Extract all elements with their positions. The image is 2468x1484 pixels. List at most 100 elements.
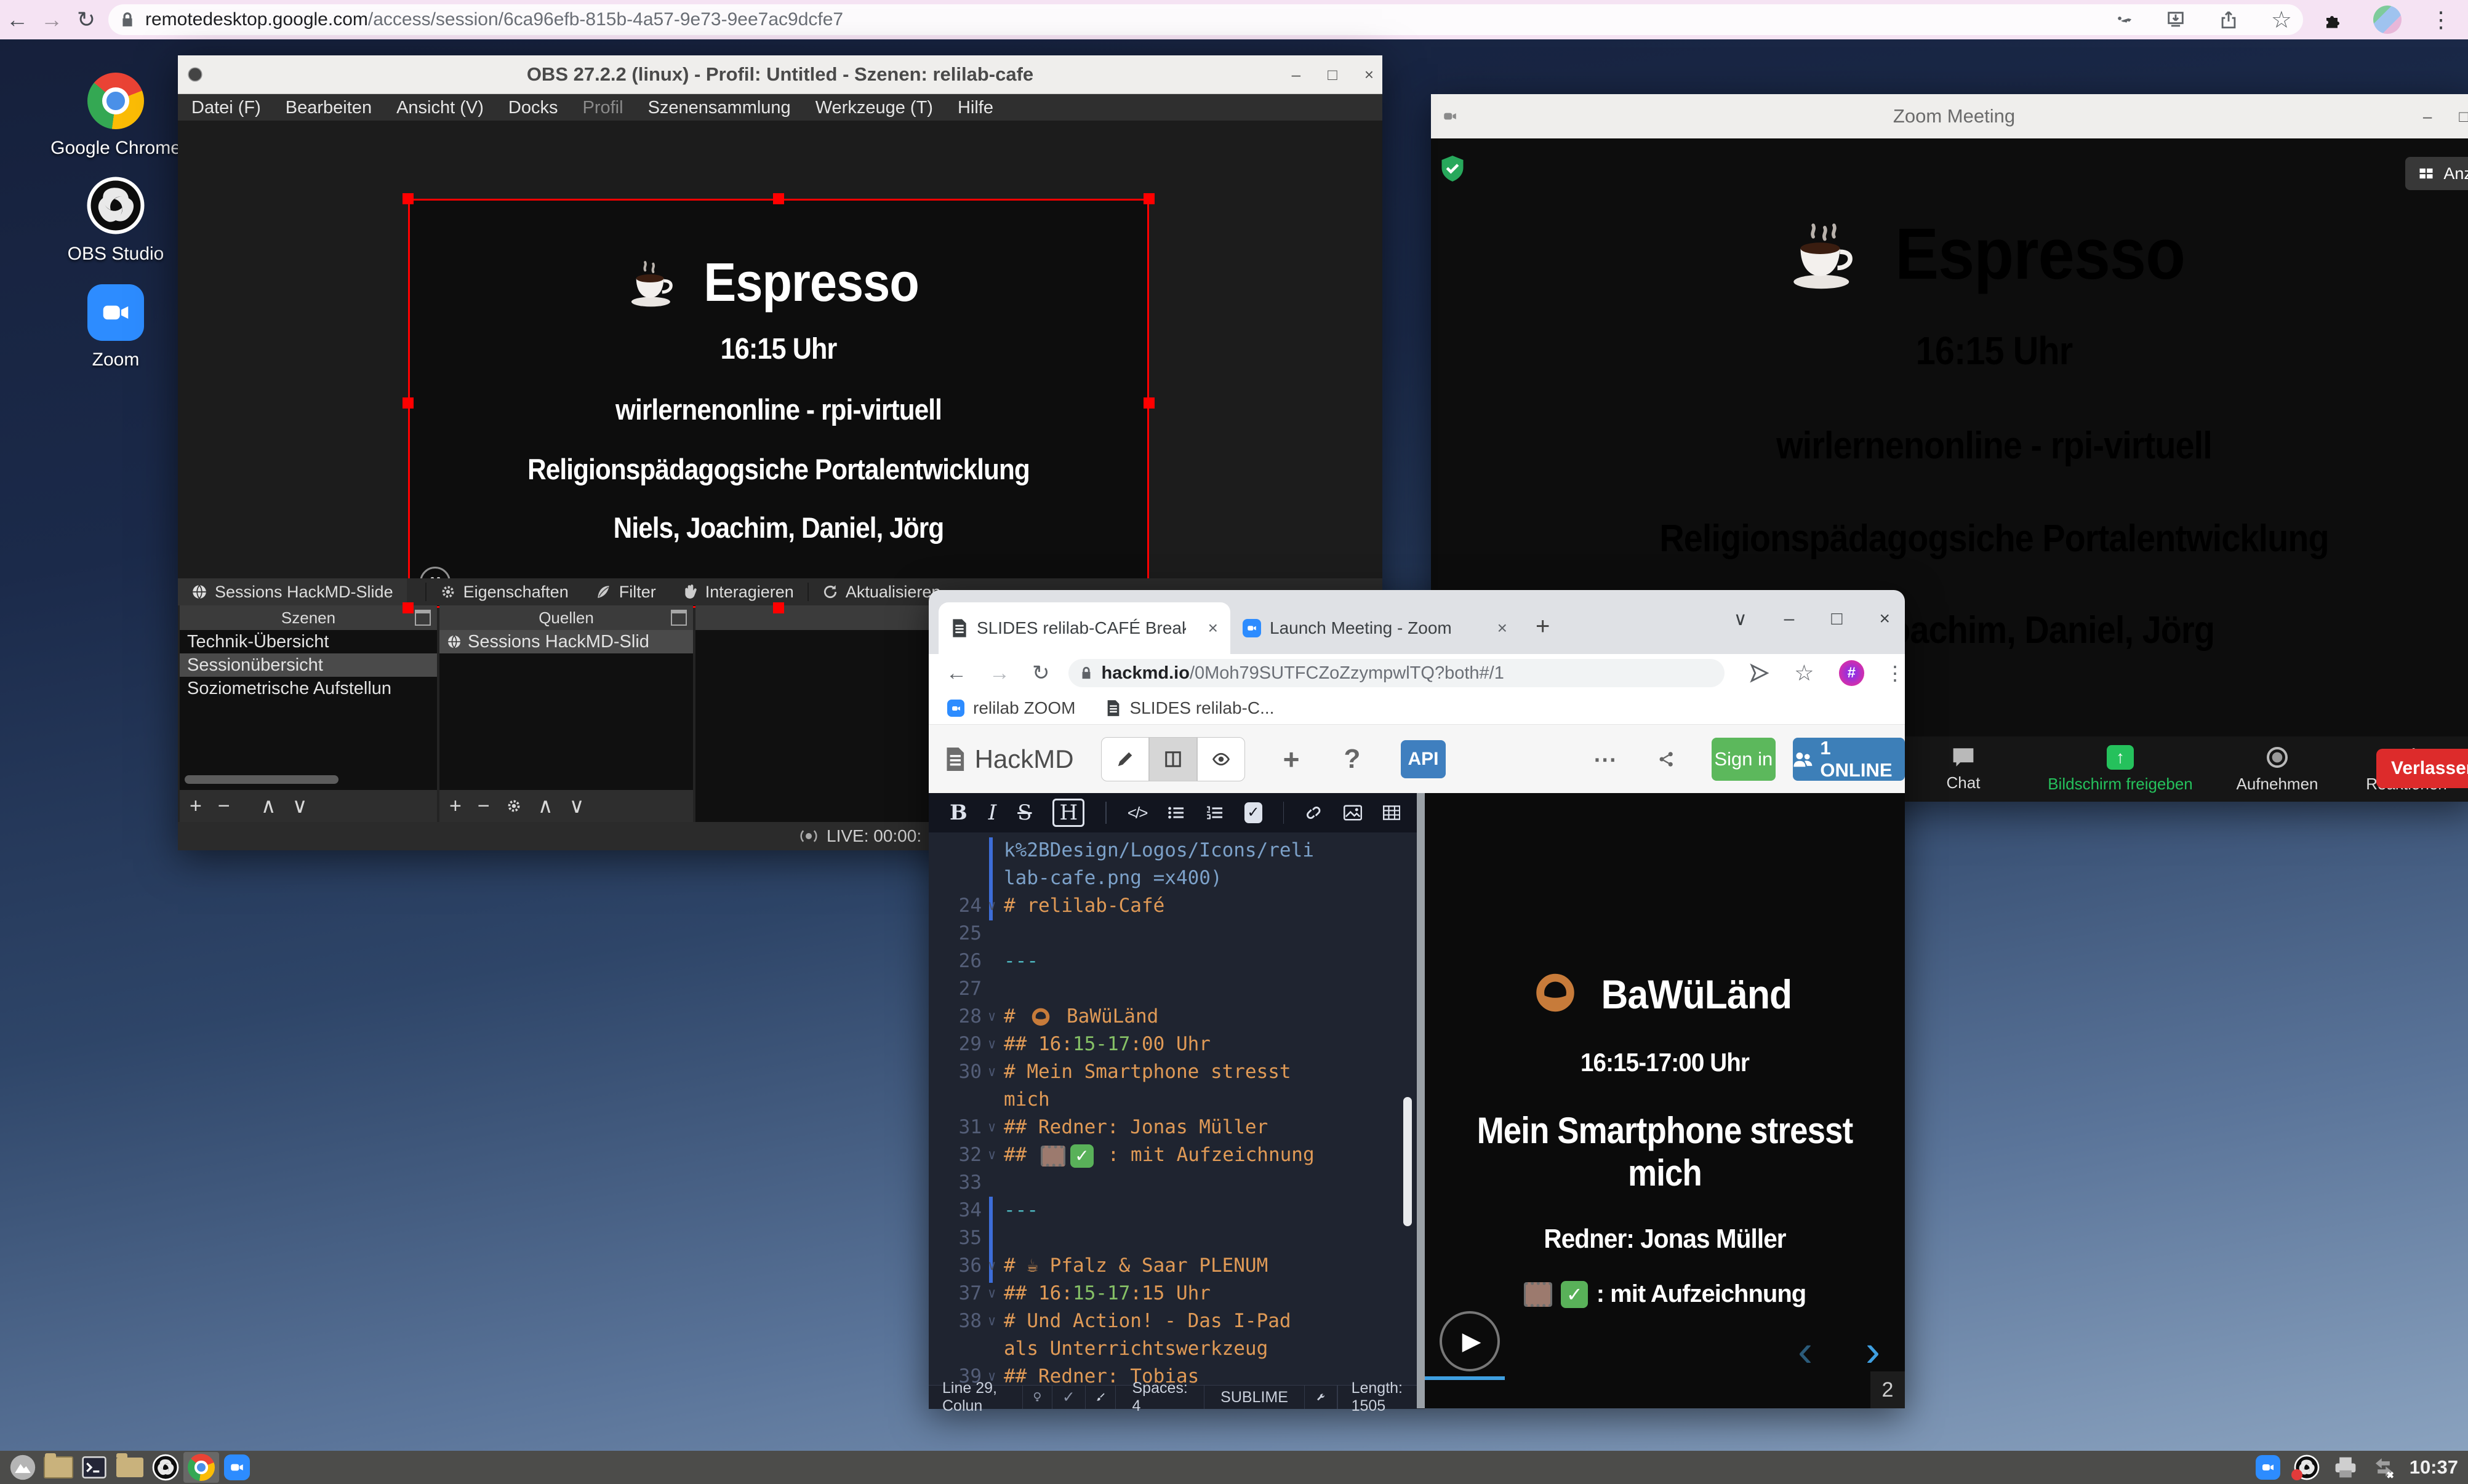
taskbar-screenshot-folder[interactable] — [41, 1452, 76, 1483]
menu-bearbeiten[interactable]: Bearbeiten — [286, 98, 372, 118]
extensions-icon[interactable] — [2323, 9, 2345, 31]
close-icon[interactable]: × — [1879, 608, 1890, 630]
selection-handle[interactable] — [773, 602, 784, 613]
indent-setting[interactable]: Spaces: 4 — [1116, 1379, 1203, 1415]
share-icon[interactable] — [2218, 9, 2239, 30]
tray-printer-icon[interactable] — [2333, 1456, 2358, 1478]
table-icon[interactable] — [1383, 804, 1400, 822]
fold-icon[interactable]: ∨ — [988, 1252, 996, 1280]
zoom-leave-button[interactable]: Verlassen — [2376, 749, 2468, 788]
obs-scene-canvas[interactable]: Espresso 16:15 Uhr wirlernenonline - rpi… — [408, 199, 1149, 608]
source-tab[interactable]: Sessions HackMD-Slide — [178, 578, 407, 605]
maximize-icon[interactable]: □ — [1831, 608, 1842, 630]
pane-divider[interactable] — [1417, 793, 1425, 1408]
zoom-share-button[interactable]: ↑ Bildschirm freigeben — [2028, 736, 2213, 802]
maximize-icon[interactable]: □ — [1328, 65, 1337, 84]
edit-mode-button[interactable] — [1101, 737, 1149, 781]
bold-icon[interactable]: B — [950, 800, 968, 825]
autoplay-button[interactable]: ▶ — [1440, 1311, 1500, 1371]
desktop-icon-obs[interactable]: OBS Studio — [48, 176, 183, 265]
bookmark-slides[interactable]: SLIDES relilab-C... — [1106, 698, 1274, 718]
horizontal-scrollbar[interactable] — [185, 775, 339, 784]
fold-icon[interactable]: ∨ — [988, 1280, 996, 1307]
heading-icon[interactable]: H — [1052, 799, 1084, 827]
fold-icon[interactable]: ∨ — [988, 1003, 996, 1031]
tab-close-icon[interactable]: × — [1208, 618, 1218, 638]
source-row-selected[interactable]: Sessions HackMD-Slid — [439, 630, 693, 653]
remove-scene-button[interactable]: − — [218, 794, 230, 818]
selection-handle[interactable] — [1144, 193, 1155, 204]
minimize-icon[interactable]: – — [2423, 107, 2432, 126]
address-bar[interactable]: remotedesktop.google.com/access/session/… — [108, 4, 2303, 35]
fold-icon[interactable]: ∨ — [988, 1031, 996, 1058]
new-tab-icon[interactable]: + — [1536, 613, 1550, 640]
security-shield-icon[interactable] — [1440, 154, 1465, 183]
menu-docks[interactable]: Docks — [508, 98, 558, 118]
taskbar-files[interactable] — [112, 1452, 148, 1483]
browser-menu-icon[interactable]: ⋮ — [2430, 7, 2452, 33]
quellen-header[interactable]: Quellen — [439, 605, 693, 630]
scene-up-button[interactable]: ∧ — [261, 794, 276, 818]
next-slide-icon[interactable]: › — [1865, 1326, 1880, 1376]
keymap-setting[interactable]: SUBLIME — [1204, 1389, 1304, 1406]
maximize-icon[interactable]: □ — [2459, 107, 2468, 126]
scene-row[interactable]: Technik-Übersicht — [180, 630, 437, 653]
editor-scrollbar[interactable] — [1403, 1097, 1412, 1226]
obs-titlebar[interactable]: OBS 27.2.2 (linux) - Profil: Untitled - … — [178, 55, 1382, 94]
back-icon[interactable]: ← — [0, 7, 34, 33]
reload-icon[interactable]: ↻ — [1032, 661, 1050, 685]
hackmd-avatar[interactable]: # — [1839, 660, 1864, 686]
prev-slide-icon[interactable]: ‹ — [1798, 1326, 1813, 1376]
profile-avatar[interactable] — [2373, 6, 2402, 34]
menu-datei[interactable]: Datei (F) — [191, 98, 261, 118]
zoom-titlebar[interactable]: Zoom Meeting –□ — [1431, 94, 2468, 139]
selection-handle[interactable] — [403, 602, 414, 613]
lightbulb-icon[interactable] — [1033, 1389, 1042, 1405]
desktop-icon-zoom[interactable]: Zoom — [48, 284, 183, 370]
bookmark-star-icon[interactable]: ☆ — [2271, 6, 2292, 34]
taskbar-chrome-active[interactable] — [183, 1452, 219, 1483]
send-icon[interactable] — [1749, 663, 1770, 684]
dock-float-icon[interactable] — [415, 610, 431, 626]
image-icon[interactable] — [1344, 804, 1362, 822]
minimize-icon[interactable]: – — [1784, 608, 1795, 630]
fold-icon[interactable]: ∨ — [988, 1058, 996, 1086]
add-source-button[interactable]: + — [449, 794, 462, 818]
italic-icon[interactable]: I — [988, 800, 996, 825]
add-scene-button[interactable]: + — [190, 794, 202, 818]
selection-handle[interactable] — [773, 193, 784, 204]
tray-zoom-icon[interactable] — [2256, 1455, 2280, 1480]
tray-network-icon[interactable] — [2371, 1456, 2396, 1478]
menu-ansicht[interactable]: Ansicht (V) — [396, 98, 484, 118]
scene-down-button[interactable]: ∨ — [292, 794, 308, 818]
zoom-chat-button[interactable]: Chat — [1899, 736, 2028, 802]
selection-handle[interactable] — [403, 193, 414, 204]
forward-icon[interactable]: → — [989, 661, 1010, 685]
more-options-icon[interactable]: ⋯ — [1593, 746, 1617, 773]
menu-profil[interactable]: Profil — [582, 98, 623, 118]
menu-hilfe[interactable]: Hilfe — [958, 98, 993, 118]
selection-handle[interactable] — [1144, 397, 1155, 409]
zoom-record-button[interactable]: Aufnehmen — [2213, 736, 2342, 802]
taskbar-terminal[interactable] — [76, 1452, 112, 1483]
view-mode-button[interactable] — [1197, 737, 1245, 781]
split-mode-button[interactable] — [1149, 737, 1197, 781]
online-button[interactable]: 1 ONLINE — [1793, 738, 1905, 781]
filter-button[interactable]: Filter — [582, 578, 670, 605]
tab-search-icon[interactable]: ∨ — [1734, 608, 1747, 630]
reload-icon[interactable]: ↻ — [69, 7, 103, 33]
clock[interactable]: 10:37 — [2410, 1456, 2458, 1478]
back-icon[interactable]: ← — [946, 661, 967, 685]
signin-button[interactable]: Sign in — [1712, 738, 1776, 781]
install-icon[interactable] — [2165, 9, 2186, 30]
browser-menu-icon[interactable]: ⋮ — [1885, 661, 1905, 685]
code-icon[interactable]: </> — [1128, 804, 1147, 823]
key-icon[interactable] — [2112, 9, 2133, 30]
new-note-icon[interactable]: + — [1283, 743, 1300, 776]
selection-handle[interactable] — [403, 397, 414, 409]
dock-float-icon[interactable] — [671, 610, 687, 626]
bullet-list-icon[interactable] — [1168, 804, 1185, 822]
fold-icon[interactable]: ∨ — [988, 892, 996, 920]
tray-obs-icon[interactable] — [2294, 1454, 2320, 1480]
address-bar[interactable]: hackmd.io/0Moh79SUTFCZoZzympwlTQ?both#/1 — [1068, 659, 1725, 687]
